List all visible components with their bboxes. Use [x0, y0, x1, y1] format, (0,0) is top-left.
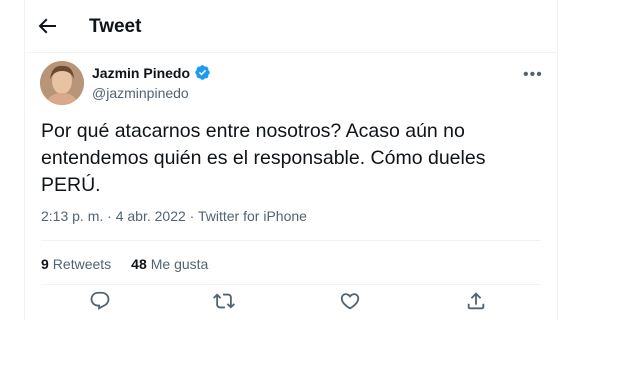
likes-stat[interactable]: 48 Me gusta [131, 256, 208, 272]
reply-button[interactable] [89, 290, 117, 318]
avatar[interactable] [40, 61, 84, 105]
meta-separator: · [185, 208, 198, 224]
avatar-image [40, 61, 84, 105]
tweet-time[interactable]: 2:13 p. m. [41, 208, 103, 224]
tweet-date[interactable]: 4 abr. 2022 [116, 208, 186, 224]
header: Tweet [25, 0, 557, 53]
share-icon [467, 292, 485, 310]
retweet-icon [213, 293, 235, 309]
share-button[interactable] [465, 290, 493, 318]
divider [41, 284, 541, 285]
like-button[interactable] [339, 290, 367, 318]
tweet-stats: 9 Retweets 48 Me gusta [41, 256, 208, 272]
divider [41, 240, 541, 241]
action-bar [25, 290, 557, 320]
tweet-text: Por qué atacarnos entre nosotros? Acaso … [41, 120, 486, 196]
likes-count: 48 [131, 256, 147, 272]
reply-icon [90, 291, 110, 310]
tweet-meta: 2:13 p. m. · 4 abr. 2022 · Twitter for i… [41, 208, 307, 224]
author-name[interactable]: Jazmin Pinedo [92, 65, 190, 81]
heart-icon [340, 293, 360, 310]
retweets-count: 9 [41, 256, 49, 272]
verified-badge-icon [195, 65, 210, 80]
author-name-row[interactable]: Jazmin Pinedo [92, 64, 211, 81]
author-handle[interactable]: @jazminpinedo [92, 85, 189, 101]
retweets-stat[interactable]: 9 Retweets [41, 256, 111, 272]
tweet-source[interactable]: Twitter for iPhone [198, 208, 307, 224]
meta-separator: · [103, 208, 116, 224]
back-button[interactable] [35, 14, 59, 38]
tweet-panel: Tweet Jazmin Pinedo @jazminpinedo ••• Po… [24, 0, 558, 320]
retweets-label: Retweets [52, 256, 112, 272]
page-title: Tweet [89, 16, 142, 37]
retweet-button[interactable] [213, 290, 241, 318]
more-button[interactable]: ••• [523, 66, 543, 84]
likes-label: Me gusta [150, 256, 209, 272]
arrow-left-icon [38, 18, 56, 34]
more-icon: ••• [523, 66, 543, 83]
